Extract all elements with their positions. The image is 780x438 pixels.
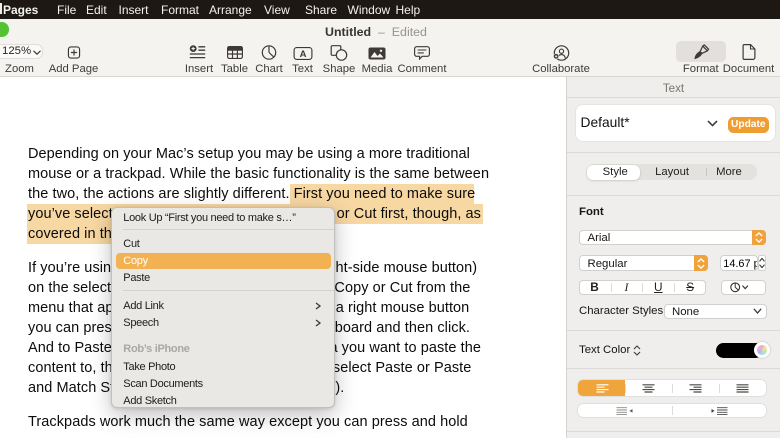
svg-text:A: A [299,49,306,60]
